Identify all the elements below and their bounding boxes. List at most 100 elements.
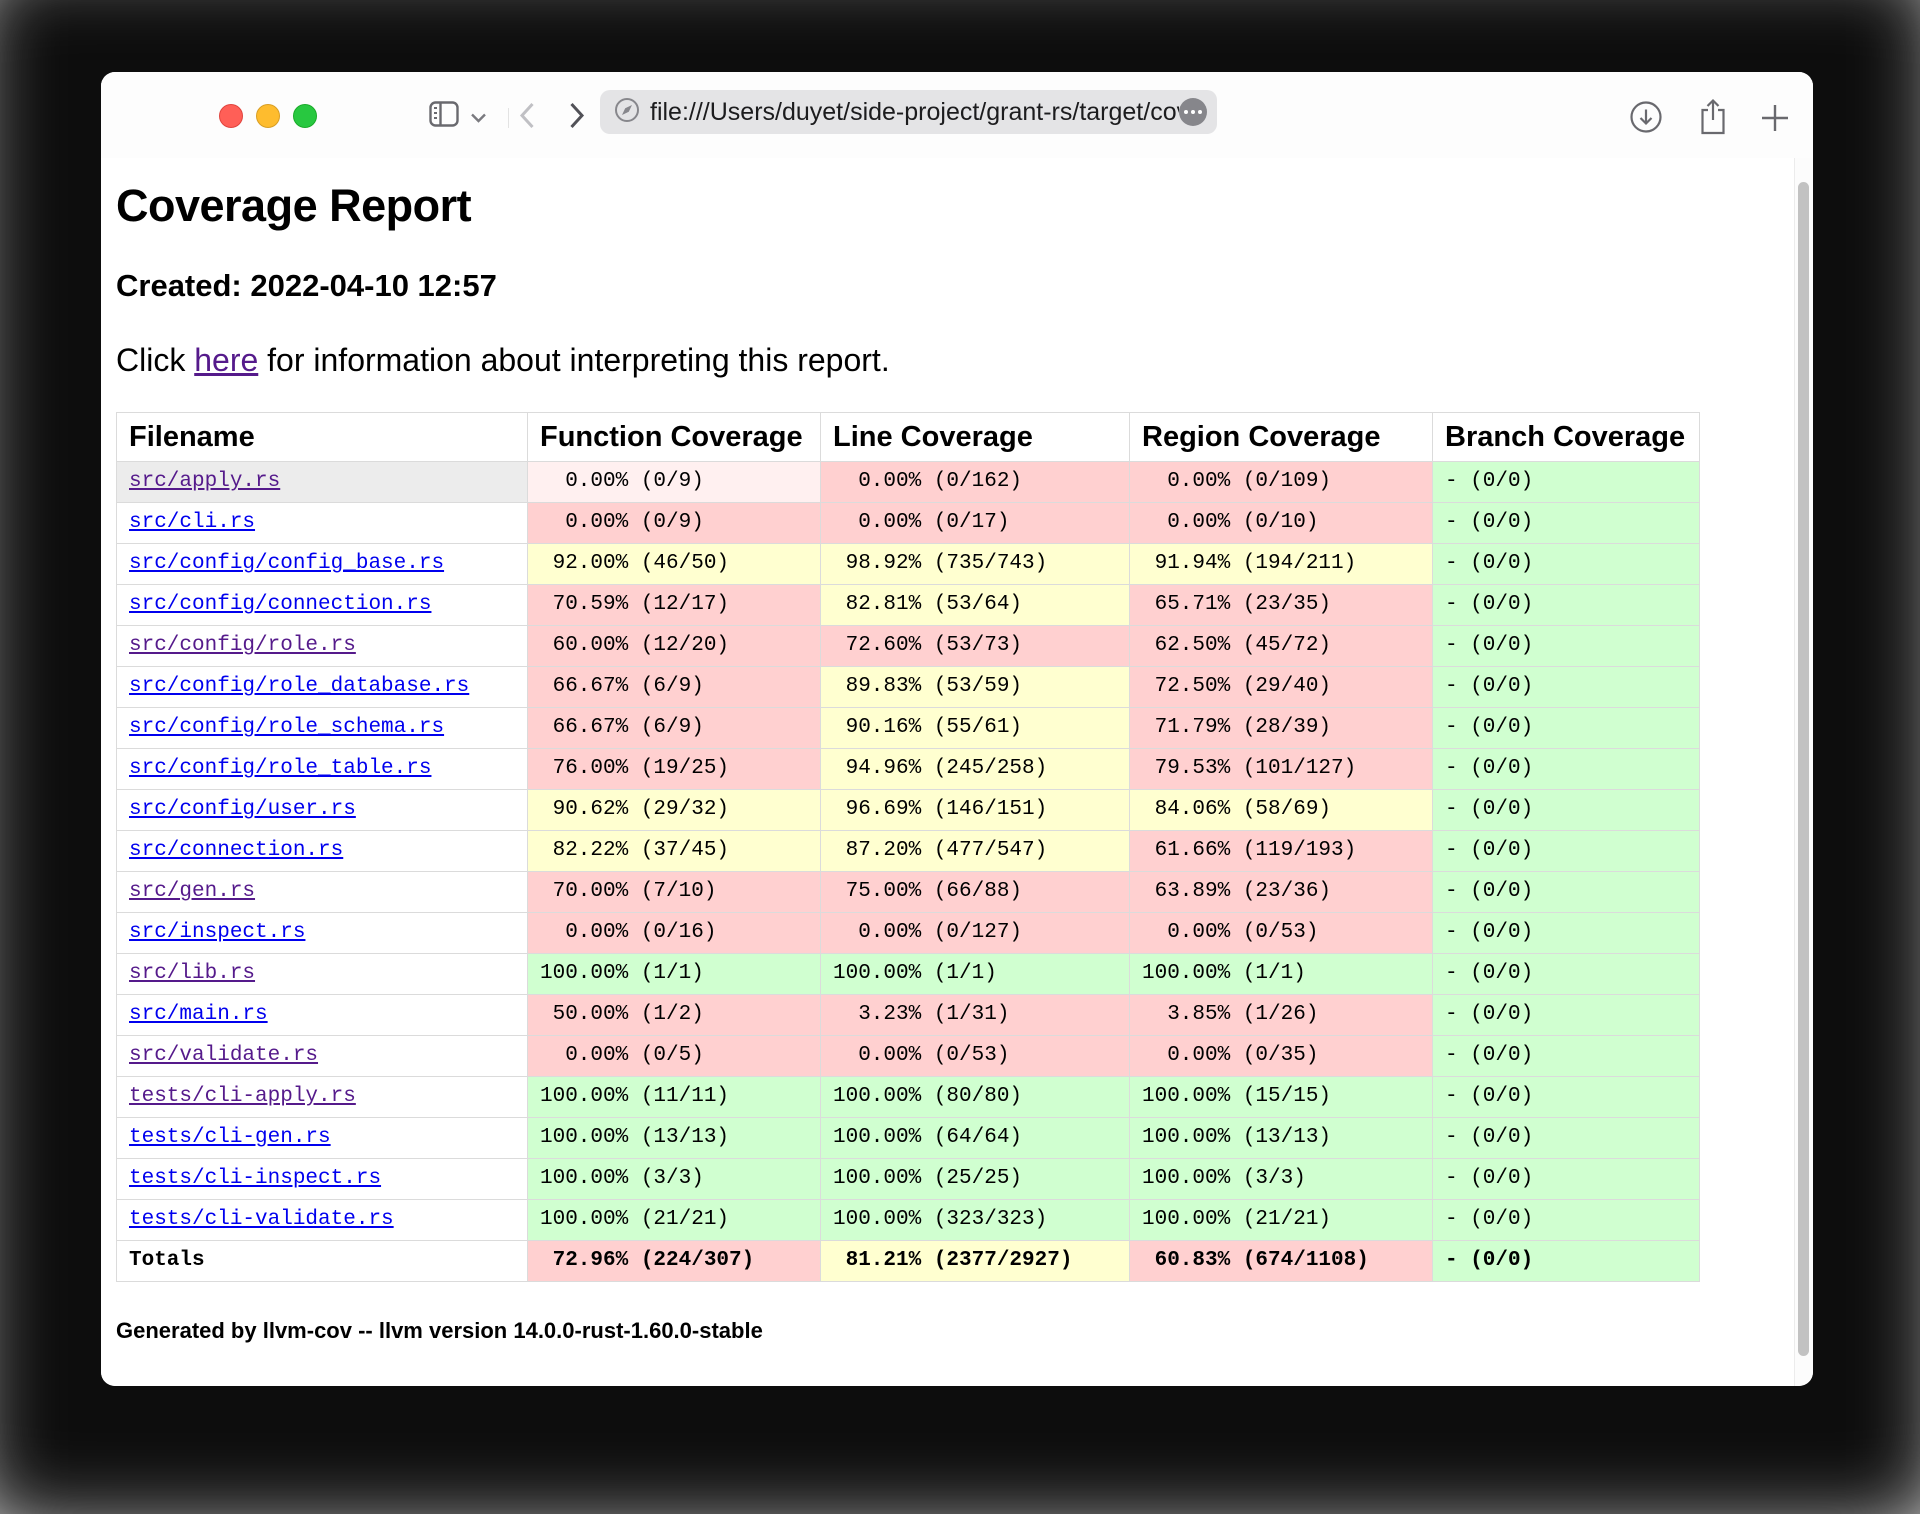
close-window-button[interactable] [219, 104, 243, 128]
line-coverage-cell: 0.00% (0/17) [821, 503, 1129, 543]
column-header-filename: Filename [117, 413, 527, 461]
branch-coverage-cell: - (0/0) [1433, 1159, 1699, 1199]
more-options-icon[interactable] [1179, 98, 1207, 126]
function-coverage-cell: 92.00% (46/50) [528, 544, 820, 584]
function-coverage-cell: 50.00% (1/2) [528, 995, 820, 1035]
file-link[interactable]: src/config/role_table.rs [129, 757, 431, 780]
line-coverage-cell: 89.83% (53/59) [821, 667, 1129, 707]
column-header-function-coverage: Function Coverage [528, 413, 820, 461]
file-link[interactable]: tests/cli-validate.rs [129, 1208, 394, 1231]
table-row: tests/cli-validate.rs 100.00% (21/21)100.… [117, 1200, 1699, 1240]
downloads-icon[interactable] [1629, 100, 1663, 134]
branch-coverage-cell: - (0/0) [1433, 831, 1699, 871]
coverage-table-body: src/apply.rs 0.00% (0/9) 0.00% (0/162) 0… [117, 462, 1699, 1281]
table-row: src/apply.rs 0.00% (0/9) 0.00% (0/162) 0… [117, 462, 1699, 502]
toolbar-divider [508, 108, 509, 128]
region-coverage-cell: 71.79% (28/39) [1130, 708, 1432, 748]
filename-cell: tests/cli-apply.rs [117, 1077, 527, 1117]
branch-coverage-cell: - (0/0) [1433, 626, 1699, 666]
file-link[interactable]: src/lib.rs [129, 962, 255, 985]
line-coverage-cell: 81.21% (2377/2927) [821, 1241, 1129, 1281]
browser-toolbar: file:///Users/duyet/side-project/grant-r… [101, 72, 1813, 158]
function-coverage-cell: 0.00% (0/9) [528, 503, 820, 543]
scrollbar-track[interactable] [1794, 158, 1813, 1386]
created-timestamp: Created: 2022-04-10 12:57 [116, 268, 1795, 304]
line-coverage-cell: 94.96% (245/258) [821, 749, 1129, 789]
table-row: src/gen.rs 70.00% (7/10) 75.00% (66/88) … [117, 872, 1699, 912]
info-line: Click here for information about interpr… [116, 342, 1795, 379]
file-link[interactable]: tests/cli-gen.rs [129, 1126, 331, 1149]
branch-coverage-cell: - (0/0) [1433, 790, 1699, 830]
new-tab-icon[interactable] [1759, 102, 1791, 134]
file-link[interactable]: src/cli.rs [129, 511, 255, 534]
line-coverage-cell: 0.00% (0/162) [821, 462, 1129, 502]
scrollbar-thumb[interactable] [1798, 182, 1809, 1356]
file-link[interactable]: src/config/role_schema.rs [129, 716, 444, 739]
region-coverage-cell: 100.00% (15/15) [1130, 1077, 1432, 1117]
page-title: Coverage Report [116, 180, 1795, 232]
region-coverage-cell: 60.83% (674/1108) [1130, 1241, 1432, 1281]
line-coverage-cell: 75.00% (66/88) [821, 872, 1129, 912]
file-link[interactable]: src/config/connection.rs [129, 593, 431, 616]
function-coverage-cell: 76.00% (19/25) [528, 749, 820, 789]
function-coverage-cell: 100.00% (1/1) [528, 954, 820, 994]
table-row: src/config/connection.rs 70.59% (12/17) … [117, 585, 1699, 625]
page-content: Coverage Report Created: 2022-04-10 12:5… [101, 158, 1795, 1386]
forward-button[interactable] [569, 102, 585, 129]
table-row: src/config/role.rs 60.00% (12/20) 72.60%… [117, 626, 1699, 666]
minimize-window-button[interactable] [256, 104, 280, 128]
branch-coverage-cell: - (0/0) [1433, 954, 1699, 994]
file-link[interactable]: src/config/user.rs [129, 798, 356, 821]
function-coverage-cell: 72.96% (224/307) [528, 1241, 820, 1281]
info-link[interactable]: here [194, 342, 258, 378]
zoom-window-button[interactable] [293, 104, 317, 128]
file-link[interactable]: src/main.rs [129, 1003, 268, 1026]
file-link[interactable]: tests/cli-inspect.rs [129, 1167, 381, 1190]
column-header-branch-coverage: Branch Coverage [1433, 413, 1699, 461]
chevron-down-icon[interactable] [470, 112, 487, 124]
file-link[interactable]: src/gen.rs [129, 880, 255, 903]
filename-cell: src/connection.rs [117, 831, 527, 871]
branch-coverage-cell: - (0/0) [1433, 585, 1699, 625]
totals-row: Totals 72.96% (224/307) 81.21% (2377/292… [117, 1241, 1699, 1281]
table-row: tests/cli-gen.rs100.00% (13/13)100.00% (… [117, 1118, 1699, 1158]
table-row: src/lib.rs100.00% (1/1)100.00% (1/1)100.… [117, 954, 1699, 994]
filename-cell: src/config/role_schema.rs [117, 708, 527, 748]
filename-cell: src/config/role_database.rs [117, 667, 527, 707]
address-bar[interactable]: file:///Users/duyet/side-project/grant-r… [600, 90, 1217, 134]
filename-cell: Totals [117, 1241, 527, 1281]
share-icon[interactable] [1697, 98, 1729, 136]
line-coverage-cell: 90.16% (55/61) [821, 708, 1129, 748]
function-coverage-cell: 100.00% (11/11) [528, 1077, 820, 1117]
back-button[interactable] [519, 102, 535, 129]
function-coverage-cell: 90.62% (29/32) [528, 790, 820, 830]
file-link[interactable]: src/config/role_database.rs [129, 675, 469, 698]
table-header-row: FilenameFunction CoverageLine CoverageRe… [117, 413, 1699, 461]
region-coverage-cell: 84.06% (58/69) [1130, 790, 1432, 830]
file-link[interactable]: src/inspect.rs [129, 921, 305, 944]
filename-cell: tests/cli-gen.rs [117, 1118, 527, 1158]
region-coverage-cell: 0.00% (0/109) [1130, 462, 1432, 502]
sidebar-toggle-icon[interactable] [429, 101, 459, 127]
filename-cell: src/main.rs [117, 995, 527, 1035]
file-link[interactable]: src/connection.rs [129, 839, 343, 862]
region-coverage-cell: 0.00% (0/10) [1130, 503, 1432, 543]
file-link[interactable]: src/config/role.rs [129, 634, 356, 657]
line-coverage-cell: 100.00% (323/323) [821, 1200, 1129, 1240]
region-coverage-cell: 100.00% (1/1) [1130, 954, 1432, 994]
region-coverage-cell: 61.66% (119/193) [1130, 831, 1432, 871]
file-link[interactable]: src/validate.rs [129, 1044, 318, 1067]
generated-footer: Generated by llvm-cov -- llvm version 14… [116, 1318, 1795, 1344]
filename-cell: src/validate.rs [117, 1036, 527, 1076]
file-link[interactable]: src/apply.rs [129, 470, 280, 493]
region-coverage-cell: 79.53% (101/127) [1130, 749, 1432, 789]
branch-coverage-cell: - (0/0) [1433, 544, 1699, 584]
table-row: src/config/role_database.rs 66.67% (6/9)… [117, 667, 1699, 707]
file-link[interactable]: src/config/config_base.rs [129, 552, 444, 575]
function-coverage-cell: 100.00% (21/21) [528, 1200, 820, 1240]
file-link[interactable]: tests/cli-apply.rs [129, 1085, 356, 1108]
browser-window: file:///Users/duyet/side-project/grant-r… [101, 72, 1813, 1386]
region-coverage-cell: 63.89% (23/36) [1130, 872, 1432, 912]
branch-coverage-cell: - (0/0) [1433, 1077, 1699, 1117]
table-row: src/config/user.rs 90.62% (29/32) 96.69%… [117, 790, 1699, 830]
